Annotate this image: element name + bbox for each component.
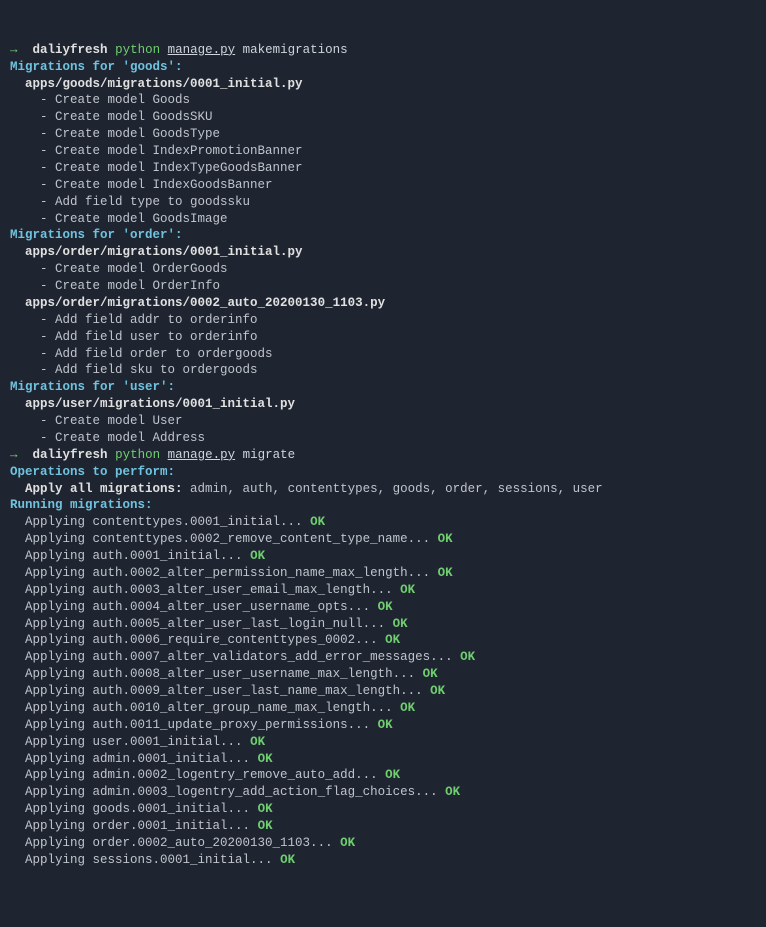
migration-file-goods: apps/goods/migrations/0001_initial.py	[25, 77, 303, 91]
terminal-output: → daliyfresh python manage.py makemigrat…	[10, 42, 756, 869]
virtualenv-name: daliyfresh	[33, 448, 108, 462]
apply-all-list: admin, auth, contenttypes, goods, order,…	[183, 482, 603, 496]
applying-line: Applying goods.0001_initial...	[25, 802, 250, 816]
applying-line: Applying user.0001_initial...	[25, 735, 243, 749]
migration-item: - Add field user to orderinfo	[40, 330, 258, 344]
applying-line: Applying admin.0001_initial...	[25, 752, 250, 766]
applying-line: Applying auth.0007_alter_validators_add_…	[25, 650, 453, 664]
ok-status: OK	[243, 735, 266, 749]
applying-line: Applying order.0001_initial...	[25, 819, 250, 833]
ok-status: OK	[273, 853, 296, 867]
script-name: manage.py	[168, 43, 236, 57]
applying-line: Applying sessions.0001_initial...	[25, 853, 273, 867]
migrations-header-order: Migrations for 'order':	[10, 228, 183, 242]
ok-status: OK	[430, 566, 453, 580]
applying-line: Applying auth.0011_update_proxy_permissi…	[25, 718, 370, 732]
applying-line: Applying auth.0002_alter_permission_name…	[25, 566, 430, 580]
applying-line: Applying contenttypes.0001_initial...	[25, 515, 303, 529]
ok-status: OK	[415, 667, 438, 681]
ok-status: OK	[393, 701, 416, 715]
applying-line: Applying auth.0010_alter_group_name_max_…	[25, 701, 393, 715]
migrations-header-user: Migrations for 'user':	[10, 380, 175, 394]
python-command: python	[115, 448, 160, 462]
migration-file-order-2: apps/order/migrations/0002_auto_20200130…	[25, 296, 385, 310]
prompt-line-1: → daliyfresh python manage.py makemigrat…	[10, 43, 348, 57]
ok-status: OK	[385, 617, 408, 631]
command-arg: makemigrations	[243, 43, 348, 57]
apply-all-label: Apply all migrations:	[25, 482, 183, 496]
operations-header: Operations to perform:	[10, 465, 175, 479]
prompt-arrow-icon: →	[10, 43, 18, 57]
ok-status: OK	[438, 785, 461, 799]
applying-line: Applying auth.0001_initial...	[25, 549, 243, 563]
applying-line: Applying auth.0009_alter_user_last_name_…	[25, 684, 423, 698]
migration-item: - Create model Goods	[40, 93, 190, 107]
migration-item: - Create model Address	[40, 431, 205, 445]
migration-item: - Create model OrderInfo	[40, 279, 220, 293]
applying-line: Applying admin.0003_logentry_add_action_…	[25, 785, 438, 799]
script-name: manage.py	[168, 448, 236, 462]
migration-item: - Create model GoodsType	[40, 127, 220, 141]
ok-status: OK	[430, 532, 453, 546]
migration-file-order-1: apps/order/migrations/0001_initial.py	[25, 245, 303, 259]
applying-line: Applying admin.0002_logentry_remove_auto…	[25, 768, 378, 782]
ok-status: OK	[378, 633, 401, 647]
prompt-arrow-icon: →	[10, 448, 18, 462]
applying-line: Applying order.0002_auto_20200130_1103..…	[25, 836, 333, 850]
ok-status: OK	[250, 819, 273, 833]
applying-line: Applying auth.0003_alter_user_email_max_…	[25, 583, 393, 597]
migration-item: - Add field type to goodssku	[40, 195, 250, 209]
ok-status: OK	[423, 684, 446, 698]
migration-item: - Add field sku to ordergoods	[40, 363, 258, 377]
ok-status: OK	[243, 549, 266, 563]
ok-status: OK	[453, 650, 476, 664]
migration-file-user: apps/user/migrations/0001_initial.py	[25, 397, 295, 411]
migration-item: - Add field order to ordergoods	[40, 347, 273, 361]
migration-item: - Create model User	[40, 414, 183, 428]
running-migrations-header: Running migrations:	[10, 498, 153, 512]
migration-item: - Create model IndexGoodsBanner	[40, 178, 273, 192]
applying-line: Applying auth.0004_alter_user_username_o…	[25, 600, 370, 614]
ok-status: OK	[250, 802, 273, 816]
migration-item: - Create model IndexTypeGoodsBanner	[40, 161, 303, 175]
migration-item: - Create model GoodsSKU	[40, 110, 213, 124]
migration-item: - Create model GoodsImage	[40, 212, 228, 226]
applying-line: Applying auth.0006_require_contenttypes_…	[25, 633, 378, 647]
ok-status: OK	[370, 600, 393, 614]
python-command: python	[115, 43, 160, 57]
migration-item: - Create model OrderGoods	[40, 262, 228, 276]
virtualenv-name: daliyfresh	[33, 43, 108, 57]
ok-status: OK	[378, 768, 401, 782]
ok-status: OK	[370, 718, 393, 732]
migration-item: - Create model IndexPromotionBanner	[40, 144, 303, 158]
migrations-header-goods: Migrations for 'goods':	[10, 60, 183, 74]
applying-line: Applying contenttypes.0002_remove_conten…	[25, 532, 430, 546]
command-arg: migrate	[243, 448, 296, 462]
applying-line: Applying auth.0005_alter_user_last_login…	[25, 617, 385, 631]
prompt-line-2: → daliyfresh python manage.py migrate	[10, 448, 295, 462]
applying-line: Applying auth.0008_alter_user_username_m…	[25, 667, 415, 681]
ok-status: OK	[303, 515, 326, 529]
ok-status: OK	[333, 836, 356, 850]
ok-status: OK	[250, 752, 273, 766]
migration-item: - Add field addr to orderinfo	[40, 313, 258, 327]
ok-status: OK	[393, 583, 416, 597]
